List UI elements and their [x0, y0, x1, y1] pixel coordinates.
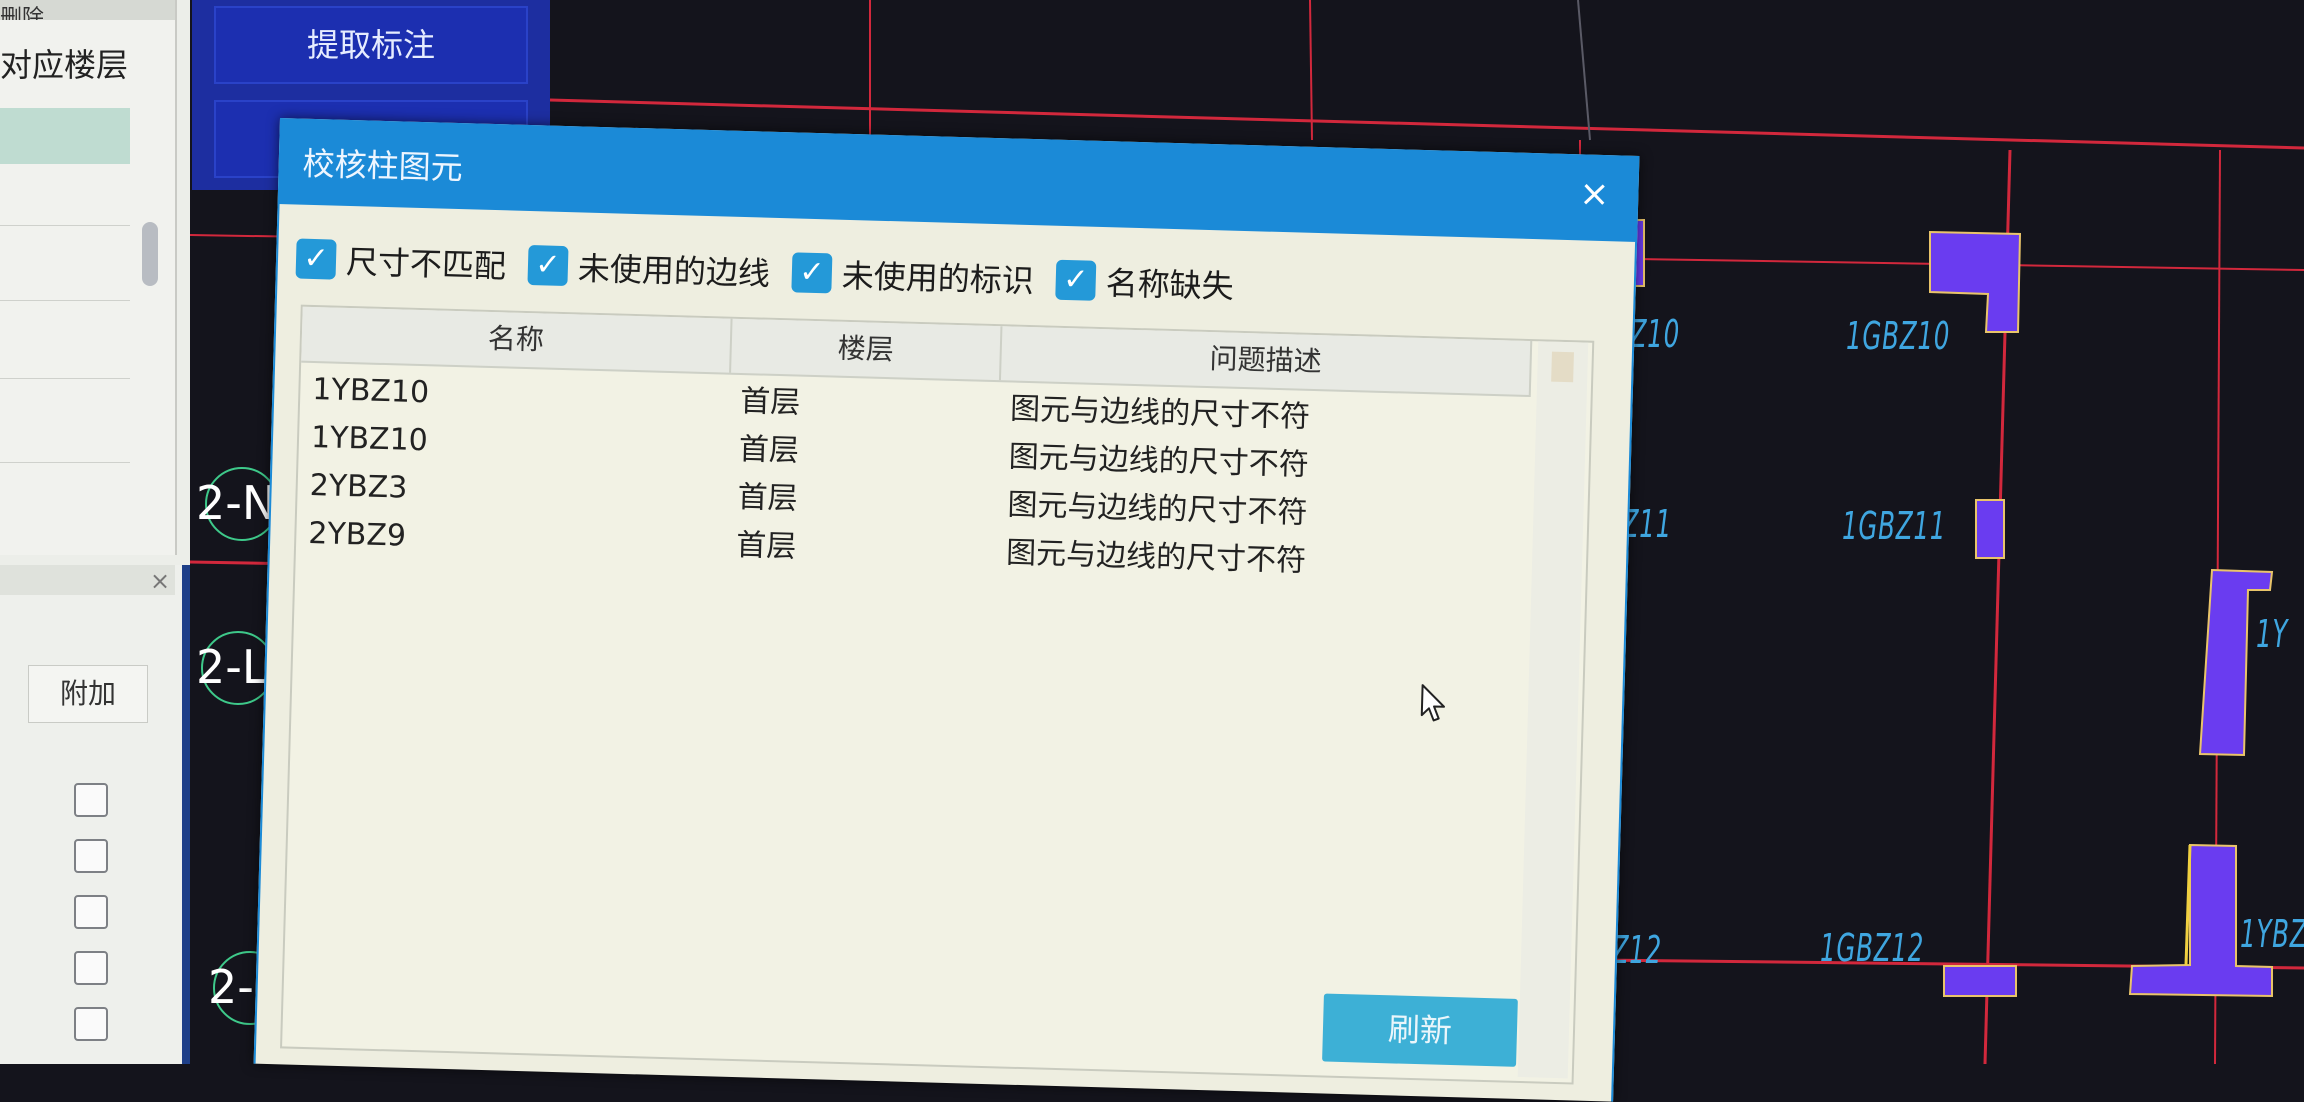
- left-panel: 删除 对应楼层 × 附加: [0, 0, 190, 1064]
- column-label: 1GBZ12: [1820, 926, 1925, 970]
- column-header-floor: 对应楼层: [0, 46, 129, 84]
- filter-label: 名称缺失: [1105, 264, 1235, 306]
- column-label: 1GBZ10: [1846, 314, 1951, 358]
- column-label: 1GBZ11: [1842, 504, 1947, 548]
- column-shape: [1943, 965, 2017, 997]
- cell-name: 2YBZ3: [309, 467, 408, 506]
- filter-label: 尺寸不匹配: [345, 242, 507, 286]
- cell-description: 图元与边线的尺寸不符: [1008, 439, 1310, 483]
- checkbox[interactable]: [74, 1007, 108, 1041]
- cell-name: 1YBZ10: [311, 372, 430, 411]
- cell-floor: 首层: [735, 527, 797, 565]
- column-header-name[interactable]: 名称: [301, 306, 733, 373]
- checkbox[interactable]: [74, 839, 108, 873]
- cell-description: 图元与边线的尺寸不符: [1009, 391, 1311, 435]
- checkbox-checked-icon[interactable]: ✓: [1055, 259, 1097, 301]
- scrollbar-thumb[interactable]: [142, 222, 158, 286]
- checkbox-checked-icon[interactable]: ✓: [527, 244, 569, 287]
- column-header-floor[interactable]: 楼层: [731, 318, 1003, 381]
- cell-name: 1YBZ10: [310, 419, 429, 459]
- attribute-panel: × 附加: [0, 565, 190, 1064]
- list-item-selected[interactable]: [0, 108, 130, 164]
- filter-missing-name[interactable]: ✓ 名称缺失: [1055, 257, 1234, 308]
- filter-label: 未使用的边线: [577, 249, 771, 293]
- axis-label-2n: 2-N: [196, 476, 277, 530]
- filter-size-mismatch[interactable]: ✓ 尺寸不匹配: [295, 236, 506, 288]
- checkbox-checked-icon[interactable]: ✓: [295, 238, 337, 280]
- panel-splitter[interactable]: [182, 565, 190, 1064]
- mouse-cursor-icon: [1420, 684, 1446, 722]
- column-label: 1YBZ: [2240, 912, 2304, 956]
- cell-description: 图元与边线的尺寸不符: [1006, 487, 1308, 531]
- cell-floor: 首层: [738, 431, 800, 469]
- check-column-dialog: 校核柱图元 × ✓ 尺寸不匹配 ✓ 未使用的边线 ✓ 未使用的标识 ✓ 名称缺失: [253, 118, 1640, 1102]
- issues-table: 名称 楼层 问题描述 1YBZ10 首层 图元与边线的尺寸不符 1YBZ10 首…: [280, 304, 1595, 1085]
- checkbox[interactable]: [74, 951, 108, 985]
- panel-header: 删除: [0, 0, 175, 20]
- checkbox[interactable]: [74, 895, 108, 929]
- column-label: 1Y: [2256, 612, 2289, 656]
- dialog-body: ✓ 尺寸不匹配 ✓ 未使用的边线 ✓ 未使用的标识 ✓ 名称缺失 名称 楼层 问…: [253, 203, 1638, 1102]
- filter-label: 未使用的标识: [841, 256, 1035, 301]
- cell-description: 图元与边线的尺寸不符: [1005, 535, 1307, 579]
- scrollbar-thumb[interactable]: [1551, 351, 1574, 383]
- dialog-title: 校核柱图元: [302, 144, 464, 188]
- close-icon[interactable]: ×: [150, 567, 170, 595]
- filter-unused-edges[interactable]: ✓ 未使用的边线: [527, 242, 770, 295]
- close-icon[interactable]: ×: [1574, 173, 1615, 215]
- filter-checkbox-row: ✓ 尺寸不匹配 ✓ 未使用的边线 ✓ 未使用的标识 ✓ 名称缺失: [295, 235, 1256, 310]
- cell-name: 2YBZ9: [307, 515, 407, 554]
- column-shape: [1975, 499, 2005, 559]
- filter-unused-marks[interactable]: ✓ 未使用的标识: [791, 249, 1034, 302]
- refresh-button[interactable]: 刷新: [1322, 993, 1518, 1067]
- extract-annotation-button[interactable]: 提取标注: [214, 6, 528, 84]
- checkbox[interactable]: [74, 783, 108, 817]
- tab-additional[interactable]: 附加: [28, 665, 148, 723]
- cell-floor: 首层: [739, 383, 801, 421]
- column-header-description[interactable]: 问题描述: [1000, 326, 1533, 396]
- floor-list-panel: 删除 对应楼层: [0, 0, 177, 555]
- panel-header: [0, 565, 175, 595]
- cell-floor: 首层: [737, 479, 799, 517]
- checkbox-checked-icon[interactable]: ✓: [791, 252, 833, 294]
- axis-label-2l: 2-L: [196, 640, 268, 694]
